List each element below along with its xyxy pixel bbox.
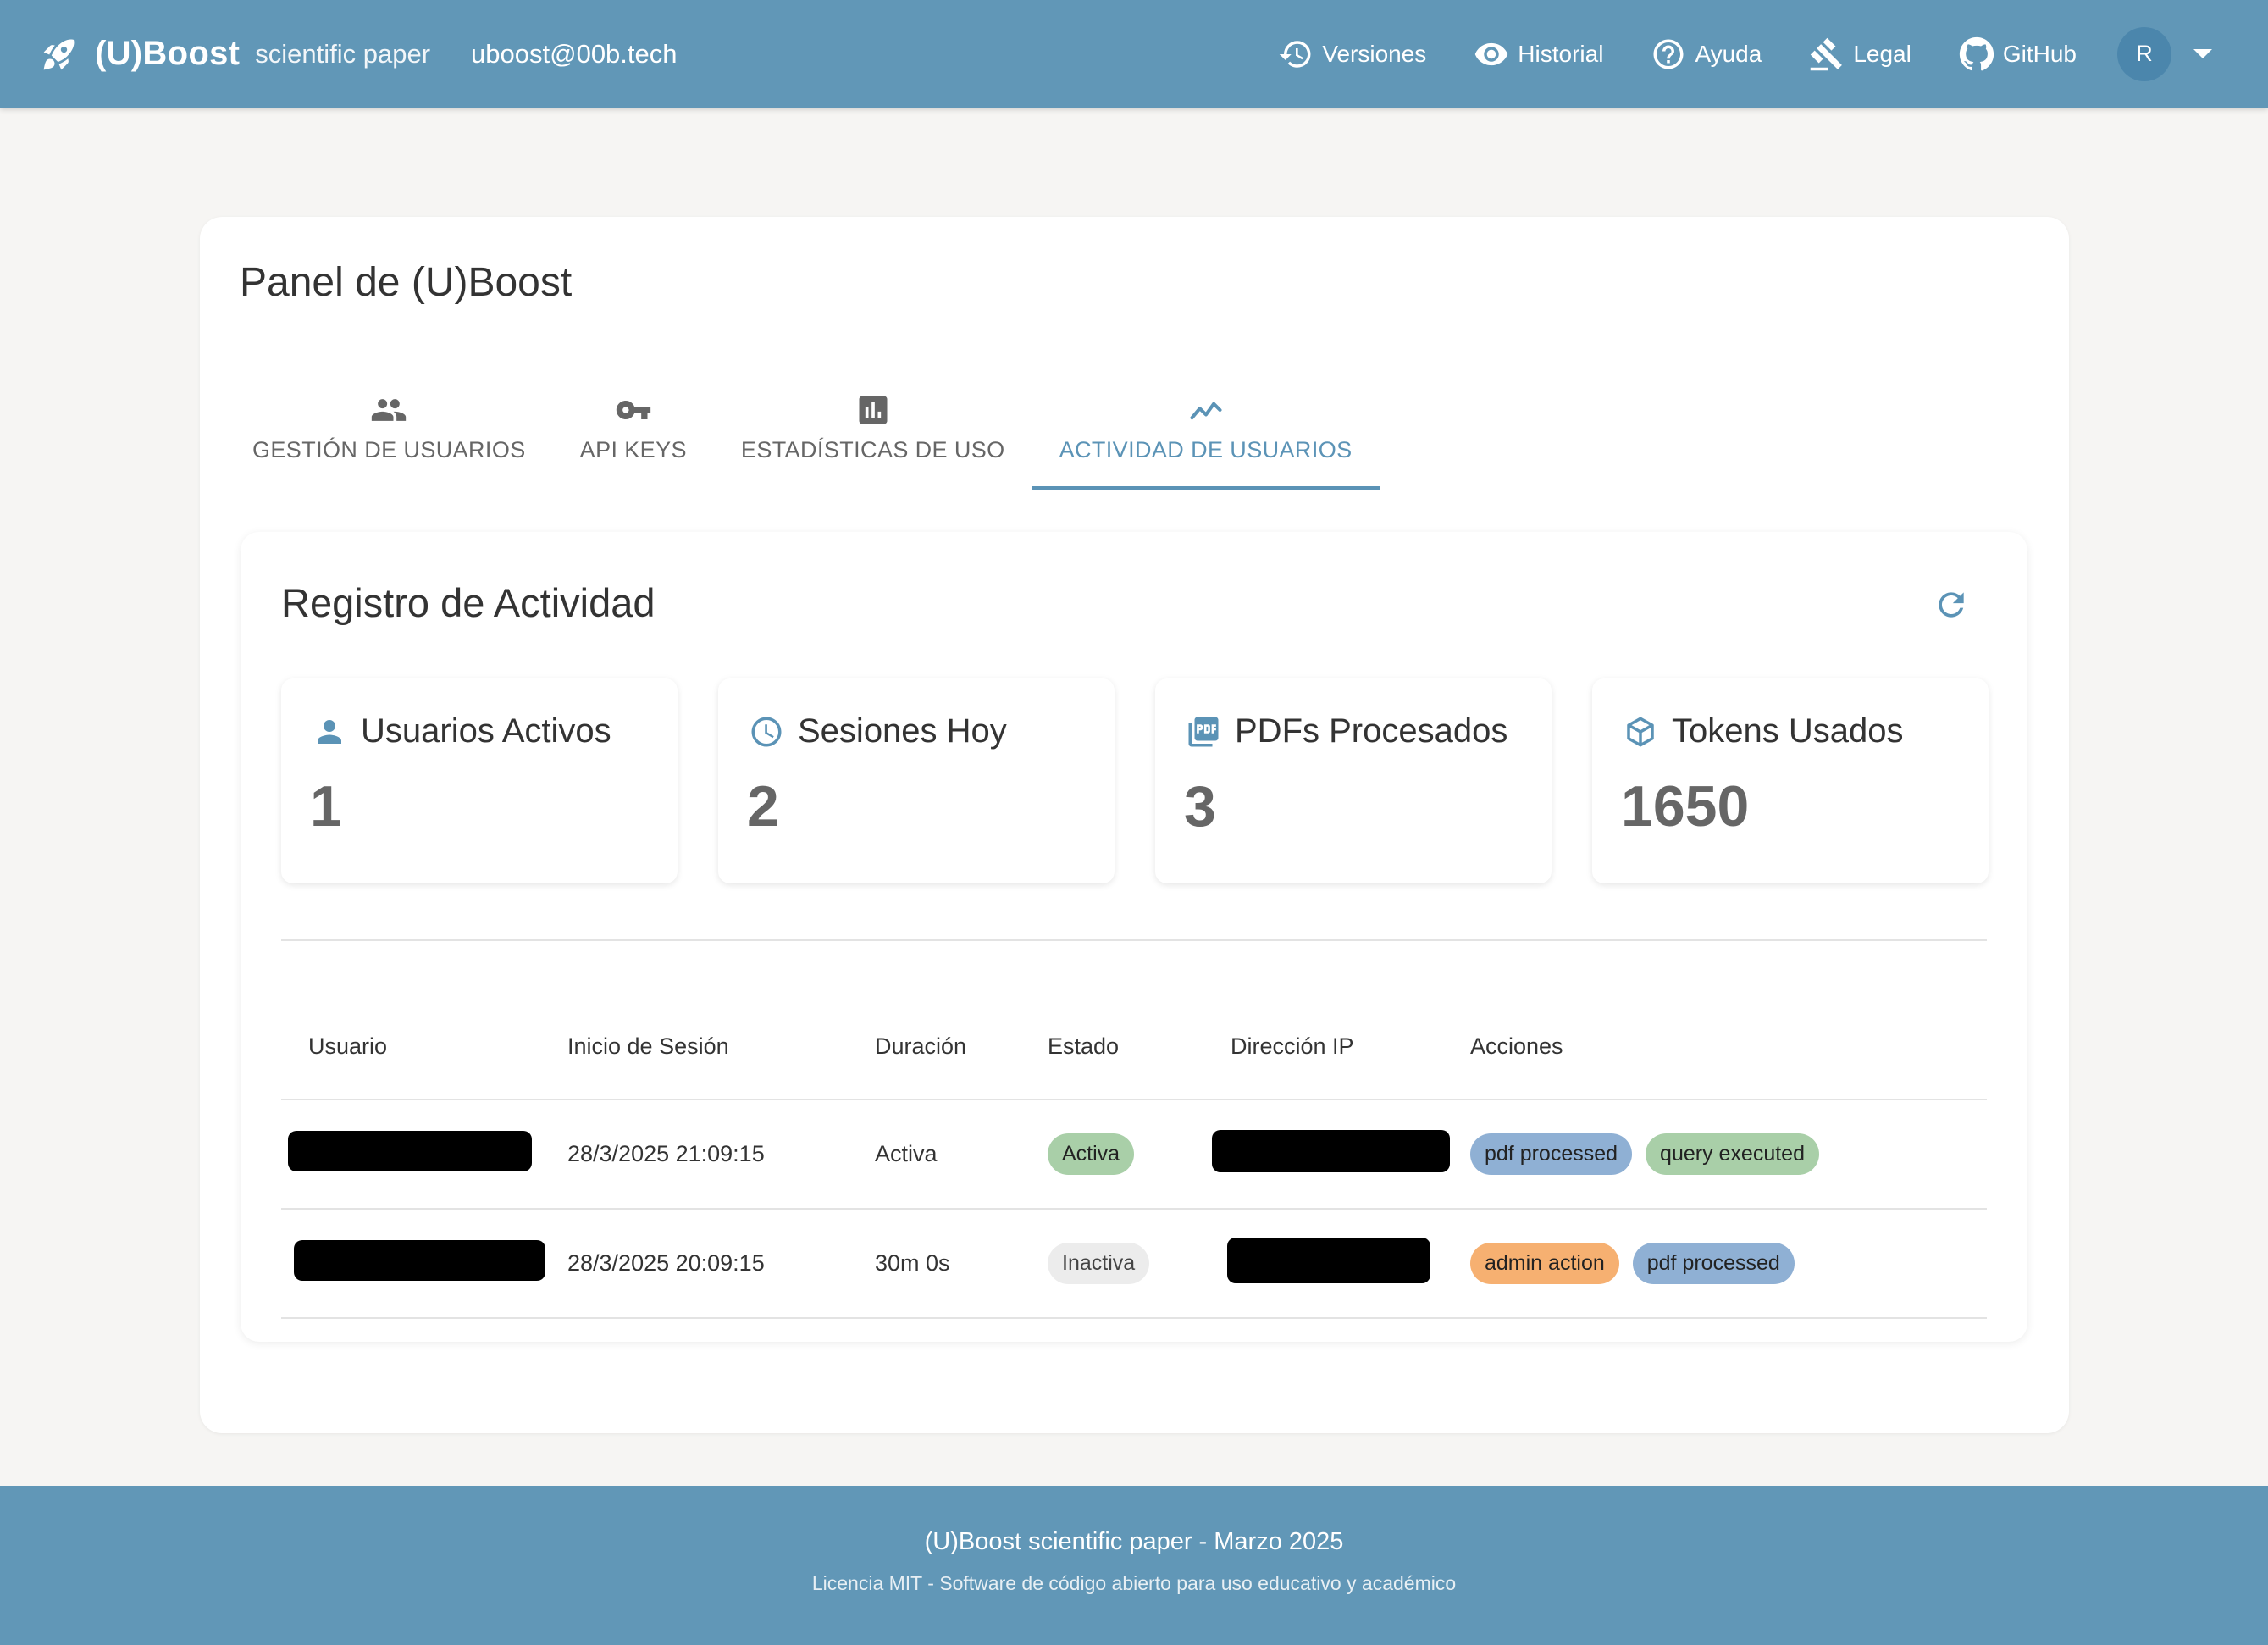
tab-bar: GESTIÓN DE USUARIOS API KEYS ESTADÍSTICA… bbox=[225, 386, 1380, 490]
column-header: Usuario bbox=[281, 994, 567, 1100]
eye-icon bbox=[1475, 42, 1508, 65]
pdf-icon bbox=[1188, 717, 1219, 746]
column-header: Acciones bbox=[1470, 994, 1987, 1100]
tab-label: ESTADÍSTICAS DE USO bbox=[740, 437, 1005, 462]
tab-label: API KEYS bbox=[579, 437, 687, 462]
column-header: Estado bbox=[1048, 994, 1231, 1100]
people-icon bbox=[372, 399, 407, 421]
stat-label: Usuarios Activos bbox=[361, 712, 611, 750]
status-badge: Inactiva bbox=[1048, 1243, 1150, 1284]
gavel-icon bbox=[1811, 37, 1843, 70]
nav-label: Historial bbox=[1518, 40, 1604, 67]
nav-label: Versiones bbox=[1322, 40, 1427, 67]
activity-panel: Registro de Actividad Usuarios Activos 1… bbox=[241, 532, 2027, 1342]
brand-name: (U)Boost bbox=[95, 35, 241, 72]
nav-versiones[interactable]: Versiones bbox=[1278, 36, 1426, 72]
refresh-icon[interactable] bbox=[1933, 586, 1970, 623]
stat-value: 1650 bbox=[1621, 774, 1750, 839]
page-title: Panel de (U)Boost bbox=[240, 260, 573, 305]
stat-value: 3 bbox=[1184, 774, 1216, 839]
nav-label: GitHub bbox=[2002, 40, 2077, 67]
nav-label: Legal bbox=[1853, 40, 1911, 67]
timeline-icon bbox=[1190, 402, 1222, 420]
section-divider bbox=[281, 939, 1987, 941]
stat-card-pdfs-processed: PDFs Procesados 3 bbox=[1155, 678, 1552, 883]
column-header: Duración bbox=[875, 994, 1048, 1100]
redacted-ip bbox=[1227, 1238, 1430, 1283]
redacted-username bbox=[288, 1131, 532, 1171]
key-icon bbox=[616, 401, 650, 419]
column-header: Dirección IP bbox=[1231, 994, 1470, 1100]
login-time: 28/3/2025 21:09:15 bbox=[567, 1099, 875, 1210]
action-chip: query executed bbox=[1646, 1133, 1819, 1175]
column-header: Inicio de Sesión bbox=[567, 994, 875, 1100]
login-time: 28/3/2025 20:09:15 bbox=[567, 1209, 875, 1319]
stats-row: Usuarios Activos 1 Sesiones Hoy 2 PDFs P… bbox=[281, 678, 1989, 883]
session-duration: Activa bbox=[875, 1099, 1048, 1210]
stat-label: PDFs Procesados bbox=[1235, 712, 1508, 750]
redacted-ip bbox=[1212, 1130, 1450, 1172]
brand-subtitle: scientific paper bbox=[255, 38, 431, 69]
brand[interactable]: (U)Boost scientific paper bbox=[41, 35, 430, 73]
stat-value: 1 bbox=[310, 774, 342, 839]
github-icon bbox=[1959, 36, 1994, 70]
tab-api-keys[interactable]: API KEYS bbox=[553, 386, 714, 490]
table-row: 28/3/2025 21:09:15 Activa Activa pdf pro… bbox=[281, 1099, 1987, 1210]
help-icon bbox=[1653, 39, 1684, 69]
tab-user-activity[interactable]: ACTIVIDAD DE USUARIOS bbox=[1032, 386, 1380, 490]
tab-label: GESTIÓN DE USUARIOS bbox=[252, 437, 526, 462]
stat-card-sessions-today: Sesiones Hoy 2 bbox=[718, 678, 1115, 883]
footer-title: (U)Boost scientific paper - Marzo 2025 bbox=[924, 1528, 1344, 1555]
tab-user-management[interactable]: GESTIÓN DE USUARIOS bbox=[225, 386, 553, 490]
top-nav: Versiones Historial Ayuda Legal GitHub R bbox=[1231, 26, 2212, 81]
table-header-row: Usuario Inicio de Sesión Duración Estado… bbox=[281, 994, 1987, 1100]
stat-card-active-users: Usuarios Activos 1 bbox=[281, 678, 678, 883]
footer: (U)Boost scientific paper - Marzo 2025 L… bbox=[0, 1486, 2268, 1645]
nav-historial[interactable]: Historial bbox=[1474, 36, 1603, 72]
action-chip: admin action bbox=[1470, 1243, 1619, 1284]
person-icon bbox=[318, 719, 341, 744]
user-avatar[interactable]: R bbox=[2117, 26, 2171, 81]
stat-value: 2 bbox=[747, 774, 779, 839]
activity-table: Usuario Inicio de Sesión Duración Estado… bbox=[281, 994, 1987, 1319]
chevron-down-icon[interactable] bbox=[2193, 49, 2212, 58]
panel-title: Registro de Actividad bbox=[281, 580, 656, 625]
clock-icon bbox=[751, 717, 782, 746]
top-app-bar: (U)Boost scientific paper uboost@00b.tec… bbox=[0, 0, 2268, 108]
table-row: 28/3/2025 20:09:15 30m 0s Inactiva admin… bbox=[281, 1209, 1987, 1319]
stat-card-tokens-used: Tokens Usados 1650 bbox=[1592, 678, 1989, 883]
contact-email[interactable]: uboost@00b.tech bbox=[471, 39, 677, 69]
status-badge: Activa bbox=[1048, 1133, 1135, 1175]
bar-chart-icon bbox=[859, 396, 888, 424]
action-chip: pdf processed bbox=[1632, 1243, 1795, 1284]
tab-usage-statistics[interactable]: ESTADÍSTICAS DE USO bbox=[714, 386, 1032, 490]
nav-github[interactable]: GitHub bbox=[1959, 36, 2077, 72]
nav-ayuda[interactable]: Ayuda bbox=[1651, 36, 1762, 72]
session-duration: 30m 0s bbox=[875, 1209, 1048, 1319]
nav-legal[interactable]: Legal bbox=[1809, 36, 1911, 72]
admin-panel-card: Panel de (U)Boost GESTIÓN DE USUARIOS AP… bbox=[200, 217, 2069, 1433]
tab-label: ACTIVIDAD DE USUARIOS bbox=[1059, 437, 1353, 462]
token-icon bbox=[1627, 717, 1654, 746]
stat-label: Tokens Usados bbox=[1672, 712, 1904, 750]
nav-label: Ayuda bbox=[1695, 40, 1762, 67]
history-icon bbox=[1280, 40, 1311, 68]
stat-label: Sesiones Hoy bbox=[798, 712, 1007, 750]
footer-license: Licencia MIT - Software de código abiert… bbox=[811, 1572, 1457, 1594]
action-chip: pdf processed bbox=[1470, 1133, 1633, 1175]
redacted-username bbox=[294, 1240, 545, 1281]
rocket-icon bbox=[43, 39, 75, 69]
